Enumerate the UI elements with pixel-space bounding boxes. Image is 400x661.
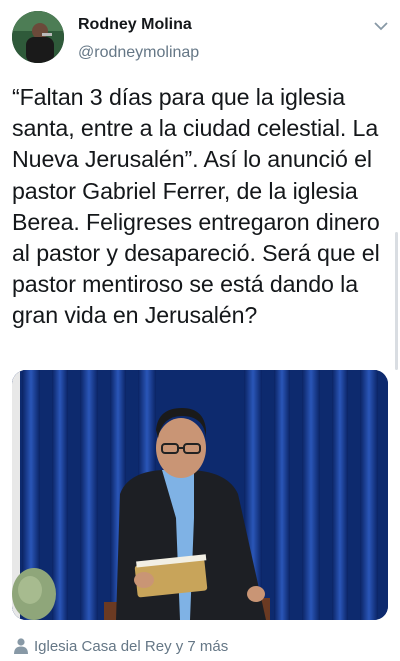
tweet-video[interactable] <box>12 370 388 620</box>
author-name[interactable]: Rodney Molina <box>78 16 192 34</box>
avatar[interactable] <box>12 11 64 63</box>
chevron-down-icon[interactable] <box>372 20 390 32</box>
tagged-people[interactable]: Iglesia Casa del Rey y 7 más <box>14 634 228 658</box>
scrollbar[interactable] <box>395 232 398 370</box>
tweet-text: “Faltan 3 días para que la iglesia santa… <box>12 84 380 329</box>
tagged-label: Iglesia Casa del Rey y 7 más <box>34 637 229 655</box>
person-icon <box>14 638 28 654</box>
author-handle[interactable]: @rodneymolinap <box>78 44 199 62</box>
tweet-header: Rodney Molina @rodneymolinap <box>0 0 400 76</box>
